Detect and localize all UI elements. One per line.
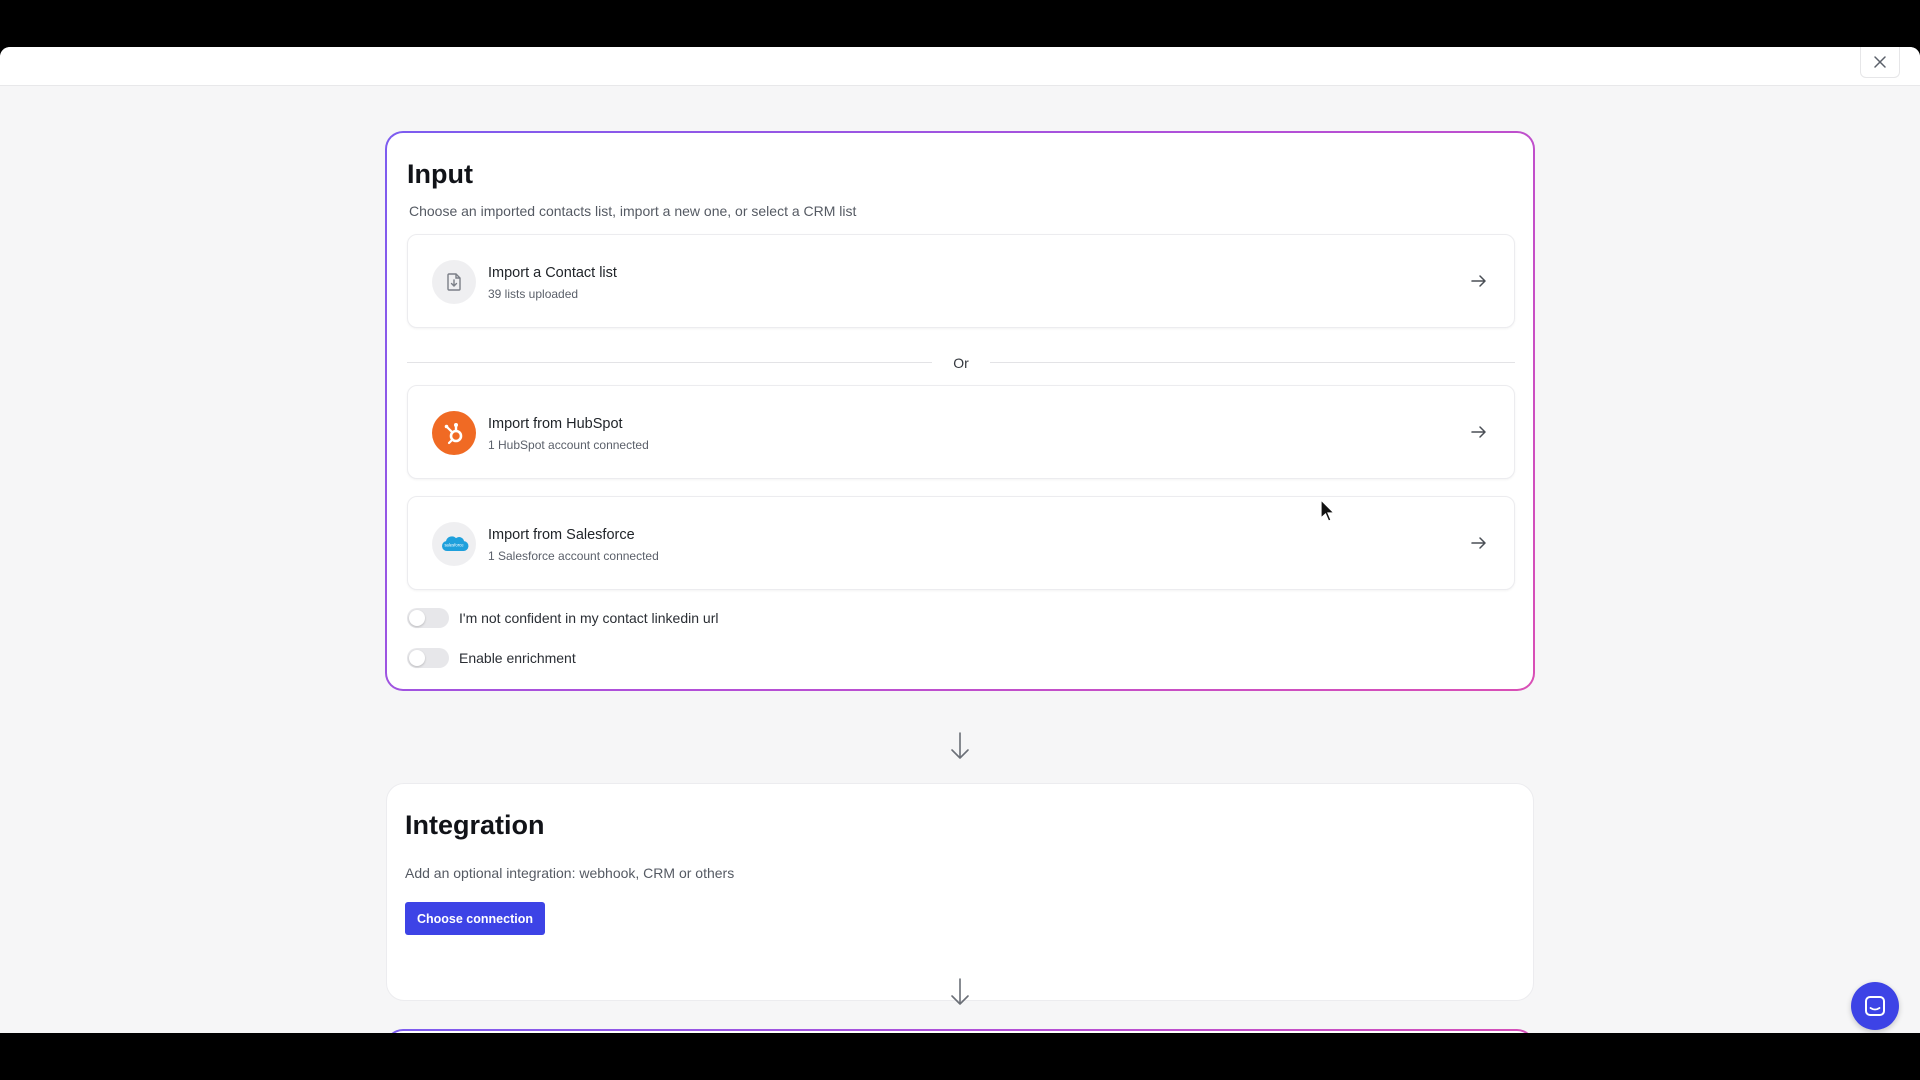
arrow-right-icon — [1471, 426, 1486, 438]
letterbox-bottom — [0, 1033, 1920, 1080]
import-salesforce-option[interactable]: salesforce Import from Salesforce 1 Sale… — [407, 496, 1515, 590]
enable-enrichment-toggle[interactable] — [407, 648, 449, 668]
linkedin-confidence-toggle[interactable] — [407, 608, 449, 628]
option-subtitle: 1 HubSpot account connected — [488, 438, 649, 452]
svg-text:salesforce: salesforce — [444, 543, 464, 548]
option-title: Import a Contact list — [488, 265, 617, 281]
option-title: Import from Salesforce — [488, 527, 635, 543]
enable-enrichment-toggle-row: Enable enrichment — [407, 647, 576, 669]
letterbox-top — [0, 0, 1920, 47]
close-icon — [1874, 56, 1886, 68]
arrow-right-icon — [1471, 537, 1486, 549]
choose-connection-button[interactable]: Choose connection — [405, 902, 545, 935]
hubspot-logo-icon — [432, 411, 476, 455]
mouse-cursor-icon — [1320, 499, 1336, 522]
option-title: Import from HubSpot — [488, 416, 623, 432]
or-label: Or — [953, 355, 969, 371]
file-import-icon — [432, 260, 476, 304]
integration-subtitle: Add an optional integration: webhook, CR… — [405, 865, 735, 881]
option-subtitle: 1 Salesforce account connected — [488, 549, 659, 563]
close-button[interactable] — [1860, 47, 1900, 78]
option-subtitle: 39 lists uploaded — [488, 287, 579, 301]
integration-title: Integration — [405, 810, 545, 840]
input-card: Input Choose an imported contacts list, … — [385, 131, 1535, 691]
input-subtitle: Choose an imported contacts list, import… — [409, 203, 857, 219]
integration-card: Integration Add an optional integration:… — [386, 783, 1534, 1001]
chat-icon — [1865, 996, 1885, 1016]
linkedin-confidence-toggle-row: I'm not confident in my contact linkedin… — [407, 607, 718, 629]
import-contact-list-option[interactable]: Import a Contact list 39 lists uploaded — [407, 234, 1515, 328]
arrow-right-icon — [1471, 275, 1486, 287]
modal-window: Input Choose an imported contacts list, … — [0, 47, 1920, 1033]
arrow-down-icon — [951, 978, 969, 1005]
salesforce-logo-icon: salesforce — [432, 522, 476, 566]
toggle-label: I'm not confident in my contact linkedin… — [459, 610, 719, 626]
import-hubspot-option[interactable]: Import from HubSpot 1 HubSpot account co… — [407, 385, 1515, 479]
chat-support-button[interactable] — [1851, 982, 1899, 1030]
arrow-down-icon — [951, 732, 969, 759]
or-divider: Or — [407, 353, 1515, 373]
toggle-label: Enable enrichment — [459, 650, 576, 666]
input-title: Input — [407, 159, 473, 189]
modal-header — [0, 47, 1920, 86]
